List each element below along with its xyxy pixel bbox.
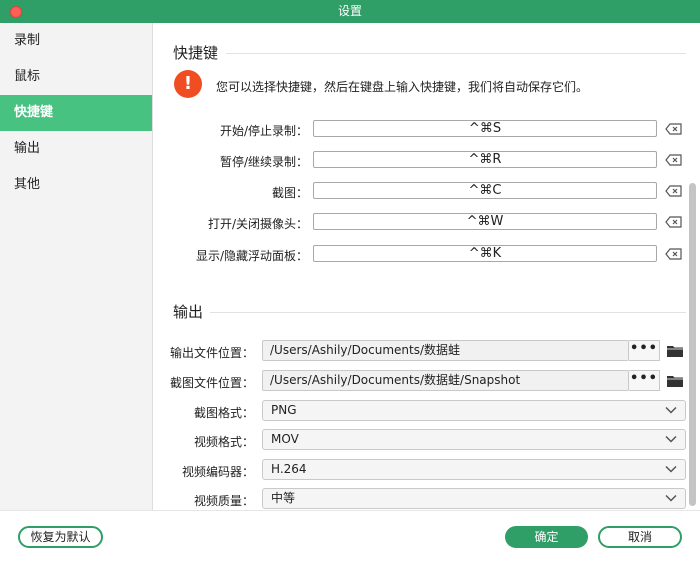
snapshot-path-field[interactable]: /Users/Ashily/Documents/数据蛙/Snapshot bbox=[262, 370, 629, 391]
hotkey-label-start-stop: 开始/停止录制： bbox=[219, 124, 308, 138]
hotkey-field-pause-resume[interactable]: ^⌘R bbox=[313, 151, 657, 168]
folder-icon[interactable] bbox=[666, 344, 684, 358]
clear-icon[interactable] bbox=[665, 154, 683, 166]
clear-icon[interactable] bbox=[665, 185, 683, 197]
output-path-field[interactable]: /Users/Ashily/Documents/数据蛙 bbox=[262, 340, 629, 361]
sidebar-item-record[interactable]: 录制 bbox=[0, 23, 152, 59]
snapshot-path-label: 截图文件位置： bbox=[169, 376, 254, 390]
footer-bar: 恢复为默认 确定 取消 bbox=[0, 510, 700, 565]
screenshot-format-label: 截图格式： bbox=[193, 406, 254, 420]
hotkey-field-screenshot[interactable]: ^⌘C bbox=[313, 182, 657, 199]
warning-icon: ! bbox=[174, 70, 202, 98]
folder-icon[interactable] bbox=[666, 374, 684, 388]
screenshot-format-value: PNG bbox=[271, 403, 297, 417]
reset-defaults-button[interactable]: 恢复为默认 bbox=[18, 526, 103, 548]
settings-panel: 快捷键 ! 您可以选择快捷键，然后在键盘上输入快捷键，我们将自动保存它们。 开始… bbox=[154, 23, 700, 510]
hotkey-label-pause-resume: 暂停/继续录制： bbox=[219, 155, 308, 169]
video-format-value: MOV bbox=[271, 432, 299, 446]
chevron-down-icon bbox=[665, 465, 677, 473]
output-path-browse-button[interactable]: ••• bbox=[629, 340, 660, 361]
video-codec-value: H.264 bbox=[271, 462, 307, 476]
sidebar-item-mouse[interactable]: 鼠标 bbox=[0, 59, 152, 95]
hotkey-label-screenshot: 截图： bbox=[271, 186, 308, 200]
clear-icon[interactable] bbox=[665, 216, 683, 228]
output-path-label: 输出文件位置： bbox=[169, 346, 254, 360]
hotkey-field-floating-panel[interactable]: ^⌘K bbox=[313, 245, 657, 262]
hotkey-label-camera: 打开/关闭摄像头： bbox=[207, 217, 308, 231]
snapshot-path-browse-button[interactable]: ••• bbox=[629, 370, 660, 391]
hotkey-field-start-stop[interactable]: ^⌘S bbox=[313, 120, 657, 137]
video-codec-select[interactable]: H.264 bbox=[262, 459, 686, 480]
sidebar: 录制 鼠标 快捷键 输出 其他 bbox=[0, 23, 153, 510]
section-divider bbox=[210, 312, 686, 313]
video-quality-select[interactable]: 中等 bbox=[262, 488, 686, 509]
clear-icon[interactable] bbox=[665, 248, 683, 260]
chevron-down-icon bbox=[665, 406, 677, 414]
video-codec-label: 视频编码器： bbox=[181, 465, 254, 479]
sidebar-item-other[interactable]: 其他 bbox=[0, 167, 152, 203]
video-quality-value: 中等 bbox=[271, 491, 296, 505]
video-format-label: 视频格式： bbox=[193, 435, 254, 449]
screenshot-format-select[interactable]: PNG bbox=[262, 400, 686, 421]
output-heading: 输出 bbox=[173, 303, 204, 321]
hotkey-field-camera[interactable]: ^⌘W bbox=[313, 213, 657, 230]
cancel-button[interactable]: 取消 bbox=[598, 526, 682, 548]
clear-icon[interactable] bbox=[665, 123, 683, 135]
scrollbar-thumb[interactable] bbox=[689, 183, 696, 506]
video-format-select[interactable]: MOV bbox=[262, 429, 686, 450]
title-bar: 设置 bbox=[0, 0, 700, 23]
section-divider bbox=[226, 53, 686, 54]
ok-button[interactable]: 确定 bbox=[505, 526, 588, 548]
hotkey-label-floating-panel: 显示/隐藏浮动面板： bbox=[195, 249, 308, 263]
sidebar-item-hotkeys[interactable]: 快捷键 bbox=[0, 95, 152, 131]
chevron-down-icon bbox=[665, 435, 677, 443]
window-title: 设置 bbox=[337, 4, 362, 18]
chevron-down-icon bbox=[665, 494, 677, 502]
scrollbar[interactable] bbox=[687, 183, 698, 506]
sidebar-item-output[interactable]: 输出 bbox=[0, 131, 152, 167]
video-quality-label: 视频质量： bbox=[193, 494, 254, 508]
hotkeys-info-text: 您可以选择快捷键，然后在键盘上输入快捷键，我们将自动保存它们。 bbox=[216, 80, 589, 94]
hotkeys-heading: 快捷键 bbox=[173, 44, 219, 62]
